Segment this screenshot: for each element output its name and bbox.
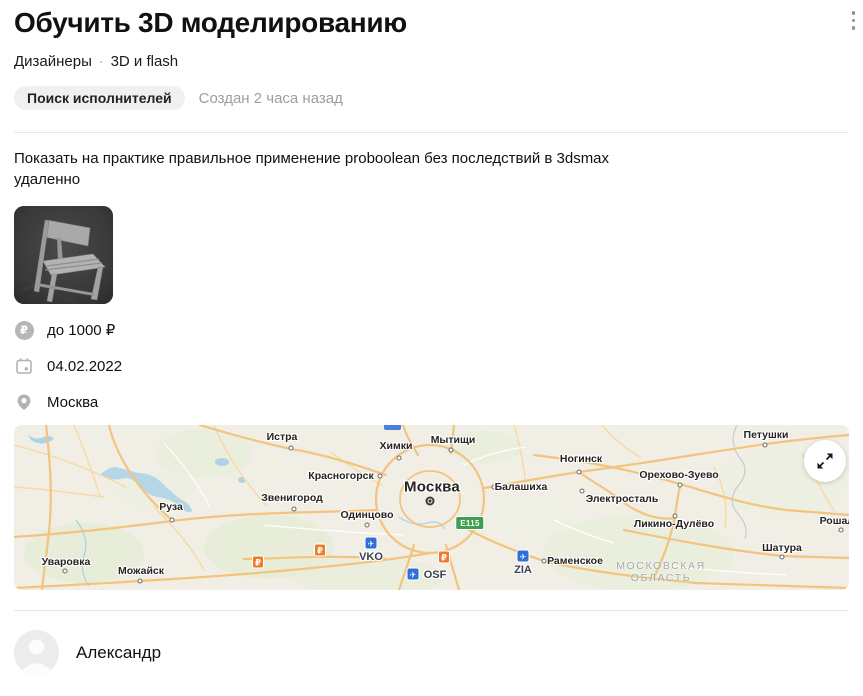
date-row: 04.02.2022 bbox=[14, 348, 863, 384]
attachment-thumbnail chair-3d-render-thumbnail[interactable] bbox=[14, 206, 113, 304]
breadcrumb-separator: · bbox=[98, 53, 104, 69]
created-timestamp: Создан 2 часа назад bbox=[198, 89, 343, 107]
map-town-label: Орехово-Зуево bbox=[639, 469, 719, 481]
map-town-dot bbox=[377, 473, 383, 479]
map-town-dot bbox=[677, 482, 683, 488]
map-town-label: Электросталь bbox=[585, 493, 659, 505]
map-town-dot bbox=[291, 506, 297, 512]
task-description: Показать на практике правильное применен… bbox=[14, 150, 610, 188]
map-town-label: Одинцово bbox=[340, 509, 394, 521]
price-row: ₽ до 1000 ₽ bbox=[14, 312, 863, 348]
airport-icon: ✈ bbox=[516, 549, 530, 563]
map-town-label: Руза bbox=[159, 501, 183, 513]
map-town-dot bbox=[838, 527, 844, 533]
breadcrumb-category[interactable]: Дизайнеры bbox=[14, 53, 92, 70]
map-town-label: Истра bbox=[266, 431, 298, 443]
map-town-label: Химки bbox=[379, 440, 413, 452]
map-town-label: Уваровка bbox=[41, 556, 91, 568]
map-town-dot bbox=[62, 568, 68, 574]
avatar person-silhouette-icon bbox=[14, 630, 59, 675]
user-row[interactable]: Александр bbox=[14, 630, 161, 675]
divider-bottom bbox=[14, 610, 849, 611]
map-city-label: Москва bbox=[404, 478, 460, 496]
location-row: Москва bbox=[14, 384, 863, 420]
map[interactable]: Истра Химки Красногорск Звенигород Одинцово Р… bbox=[14, 425, 849, 590]
map-town-dot bbox=[364, 522, 370, 528]
ruble-icon: ₽ bbox=[14, 320, 34, 340]
region-label: МОСКОВСКАЯ ОБЛАСТЬ bbox=[616, 560, 706, 584]
map-town-dot bbox=[576, 469, 582, 475]
task-details: ₽ до 1000 ₽ 04.02.2022 Москва bbox=[14, 312, 863, 420]
toll-road-icon: ₽ bbox=[252, 555, 264, 569]
breadcrumb-subcategory[interactable]: 3D и flash bbox=[111, 53, 179, 70]
map-labels-layer: Истра Химки Красногорск Звенигород Одинцово Р… bbox=[14, 425, 849, 590]
user-name: Александр bbox=[76, 642, 162, 662]
page-title: Обучить 3D моделированию bbox=[14, 7, 407, 38]
map-town-dot bbox=[396, 455, 402, 461]
calendar-icon bbox=[14, 356, 34, 376]
airport-code-label: VKO bbox=[359, 551, 383, 563]
map-town-label: Ликино-Дулёво bbox=[633, 518, 715, 530]
map-town-label: Балашиха bbox=[494, 481, 548, 493]
airport-icon: ✈ bbox=[364, 536, 378, 550]
map-town-dot bbox=[448, 447, 454, 453]
highway-badge: E115 bbox=[455, 516, 485, 530]
chair-3d-render bbox=[14, 206, 113, 304]
map-expand-button expand-arrows-icon[interactable] bbox=[804, 440, 846, 482]
map-town-dot bbox=[288, 445, 294, 451]
map-city-marker bbox=[425, 496, 435, 506]
map-town-label: Можайск bbox=[118, 565, 164, 577]
divider-top bbox=[14, 132, 849, 133]
map-town-label: Мытищи bbox=[430, 434, 476, 446]
airport-code-label: ZIA bbox=[514, 564, 532, 576]
airport-icon: ✈ bbox=[406, 567, 420, 581]
map-town-label: Петушки bbox=[743, 429, 789, 441]
kebab-menu-icon[interactable] bbox=[850, 9, 858, 32]
status-badge: Поиск исполнителей bbox=[14, 86, 185, 110]
map-town-dot bbox=[579, 488, 585, 494]
map-town-dot bbox=[762, 442, 768, 448]
map-town-label: Красногорск bbox=[308, 470, 374, 482]
toll-road-icon: ₽ bbox=[314, 543, 326, 557]
map-town-label: Рошаль bbox=[819, 515, 849, 527]
status-row: Поиск исполнителей Создан 2 часа назад bbox=[14, 86, 849, 110]
date-value: 04.02.2022 bbox=[47, 357, 123, 375]
breadcrumb: Дизайнеры · 3D и flash bbox=[14, 52, 849, 71]
map-town-label: Раменское bbox=[547, 555, 603, 567]
map-town-label: Ногинск bbox=[559, 453, 603, 465]
airport-code-label: OSF bbox=[423, 569, 447, 581]
map-town-label: Звенигород bbox=[261, 492, 323, 504]
toll-road-icon: ₽ bbox=[438, 550, 450, 564]
map-town-dot bbox=[169, 517, 175, 523]
location-value: Москва bbox=[47, 393, 99, 411]
map-town-dot bbox=[779, 554, 785, 560]
map-town-dot bbox=[541, 558, 547, 564]
location-pin-icon bbox=[14, 392, 34, 412]
price-value: до 1000 ₽ bbox=[47, 322, 116, 339]
map-town-dot bbox=[137, 578, 143, 584]
task-page: Обучить 3D моделированию Дизайнеры · 3D и … bbox=[0, 4, 863, 696]
map-town-label: Шатура bbox=[762, 542, 802, 554]
